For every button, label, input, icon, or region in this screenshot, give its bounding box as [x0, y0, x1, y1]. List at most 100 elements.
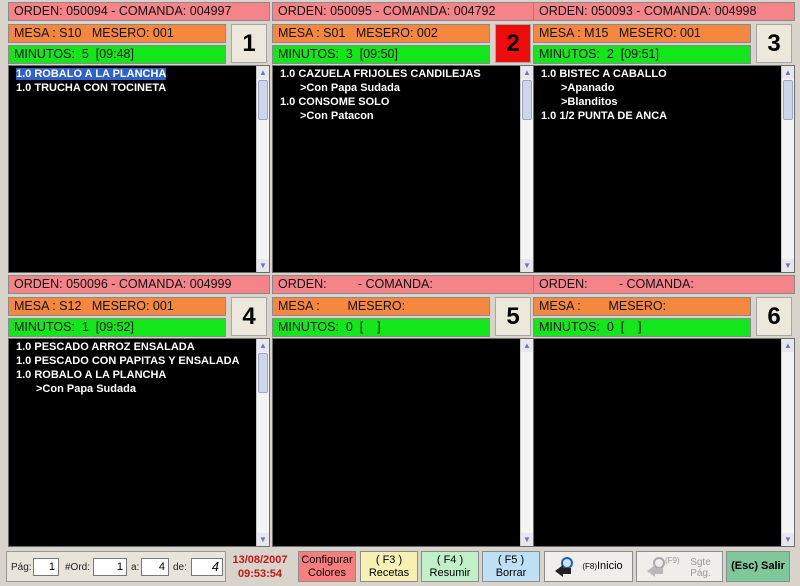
chevron-down-icon[interactable]: ▼ — [782, 259, 794, 272]
order-item-qty: 1.0 — [16, 355, 32, 367]
order-total-field: 4 — [191, 558, 223, 576]
time-text: 09:53:54 — [237, 568, 283, 580]
summarize-label: Resumir — [429, 567, 471, 579]
next-line1: Sgte — [690, 557, 711, 568]
order-items-box[interactable]: ▲ ▼ — [272, 338, 534, 547]
order-item-modifier[interactable]: >Con Papa Sudada — [273, 81, 519, 95]
chevron-down-icon[interactable]: ▼ — [257, 259, 269, 272]
order-item-qty: 1.0 — [280, 96, 296, 108]
scroll-thumb[interactable] — [783, 80, 793, 120]
order-panel-5: ORDEN: - COMANDA: MESA : MESERO: MINUTOS… — [270, 275, 534, 547]
order-item[interactable]: 1.0 BISTEC A CABALLO — [534, 67, 780, 81]
of-label: de: — [173, 562, 187, 573]
exit-button[interactable]: (Esc) Salir — [726, 551, 790, 582]
order-item-modifier[interactable]: >Con Patacon — [273, 109, 519, 123]
page-field[interactable]: 1 — [33, 558, 59, 576]
recipes-button[interactable]: ( F3 ) Recetas — [360, 551, 418, 582]
panel-number[interactable]: 2 — [495, 24, 531, 63]
order-items-list[interactable]: 1.0 BISTEC A CABALLO >Apanado >Blanditos 1.… — [534, 66, 780, 272]
order-item-text: >Con Papa Sudada — [36, 383, 136, 395]
vertical-scrollbar[interactable]: ▲ ▼ — [256, 66, 269, 272]
order-panel-3: ORDEN: 050093 - COMANDA: 004998 MESA : M… — [531, 2, 795, 273]
home-text: Inicio — [596, 560, 623, 572]
order-item[interactable]: 1.0 PESCADO CON PAPITAS Y ENSALADA — [9, 354, 255, 368]
order-items-box[interactable]: 1.0 BISTEC A CABALLO >Apanado >Blanditos 1.… — [533, 65, 795, 273]
order-item-qty: 1.0 — [541, 68, 557, 80]
chevron-up-icon[interactable]: ▲ — [782, 339, 794, 352]
table-waiter-header: MESA : M15 MESERO: 001 — [533, 24, 751, 43]
order-item[interactable]: 1.0 CONSOME SOLO — [273, 95, 519, 109]
panel-number[interactable]: 4 — [231, 297, 267, 336]
table-waiter-header: MESA : S10 MESERO: 001 — [8, 24, 226, 43]
order-item-modifier[interactable]: >Blanditos — [534, 95, 780, 109]
order-item[interactable]: 1.0 PESCADO ARROZ ENSALADA — [9, 340, 255, 354]
order-item-name: BISTEC A CABALLO — [559, 68, 667, 80]
order-item-modifier[interactable]: >Apanado — [534, 81, 780, 95]
delete-key: ( F5 ) — [497, 554, 525, 566]
order-item-text: 1.0 CONSOME SOLO — [280, 96, 389, 108]
delete-button[interactable]: ( F5 ) Borrar — [482, 551, 540, 582]
order-item-name: PESCADO CON PAPITAS Y ENSALADA — [34, 355, 240, 367]
order-items-list[interactable] — [534, 339, 780, 546]
chevron-up-icon[interactable]: ▲ — [257, 66, 269, 79]
recipes-key: ( F3 ) — [375, 554, 403, 566]
vertical-scrollbar[interactable]: ▲ ▼ — [781, 66, 794, 272]
order-item[interactable]: 1.0 ROBALO A LA PLANCHA — [9, 67, 255, 81]
next-page-button[interactable]: (F9) Sgte Pág. — [636, 551, 723, 582]
panel-number[interactable]: 1 — [231, 24, 267, 63]
order-items-box[interactable]: 1.0 CAZUELA FRIJOLES CANDILEJAS >Con Papa… — [272, 65, 534, 273]
chevron-down-icon[interactable]: ▼ — [782, 533, 794, 546]
panel-number[interactable]: 3 — [756, 24, 792, 63]
order-item-text: 1.0 TRUCHA CON TOCINETA — [16, 82, 166, 94]
order-item[interactable]: 1.0 TRUCHA CON TOCINETA — [9, 81, 255, 95]
order-item[interactable]: 1.0 ROBALO A LA PLANCHA — [9, 368, 255, 382]
order-items-box[interactable]: 1.0 ROBALO A LA PLANCHA 1.0 TRUCHA CON TO… — [8, 65, 270, 273]
configure-colors-button[interactable]: Configurar Colores — [298, 551, 356, 582]
chevron-down-icon[interactable]: ▼ — [257, 533, 269, 546]
scroll-thumb[interactable] — [258, 353, 268, 393]
arrow-next-search-icon — [647, 557, 665, 577]
home-button[interactable]: (F8)Inicio — [544, 551, 633, 582]
order-items-box[interactable]: ▲ ▼ — [533, 338, 795, 547]
order-item-name: >Blanditos — [561, 96, 618, 108]
order-item-text: 1.0 BISTEC A CABALLO — [541, 68, 667, 80]
vertical-scrollbar[interactable]: ▲ ▼ — [781, 339, 794, 546]
bottom-toolbar: Pág: 1 #Ord: 1 a: 4 de: 4 13/08/2007 09:… — [0, 548, 800, 586]
order-item[interactable]: 1.0 CAZUELA FRIJOLES CANDILEJAS — [273, 67, 519, 81]
summarize-button[interactable]: ( F4 ) Resumir — [421, 551, 479, 582]
order-items-list[interactable] — [273, 339, 519, 546]
order-items-list[interactable]: 1.0 PESCADO ARROZ ENSALADA 1.0 PESCADO CO… — [9, 339, 255, 546]
next-key: (F9) — [665, 556, 680, 565]
minutes-header: MINUTOS: 0 [ ] — [272, 318, 490, 337]
pager-box: Pág: 1 #Ord: 1 a: 4 de: 4 — [6, 551, 226, 582]
panel-number[interactable]: 5 — [495, 297, 531, 336]
order-item-text: 1.0 PESCADO ARROZ ENSALADA — [16, 341, 195, 353]
panel-number[interactable]: 6 — [756, 297, 792, 336]
order-item-qty: 1.0 — [16, 341, 32, 353]
order-item-qty: 1.0 — [280, 68, 296, 80]
order-from-field[interactable]: 1 — [93, 558, 127, 576]
chevron-up-icon[interactable]: ▲ — [782, 66, 794, 79]
order-item[interactable]: 1.0 1/2 PUNTA DE ANCA — [534, 109, 780, 123]
order-items-box[interactable]: 1.0 PESCADO ARROZ ENSALADA 1.0 PESCADO CO… — [8, 338, 270, 547]
chevron-up-icon[interactable]: ▲ — [257, 339, 269, 352]
order-panel-2: ORDEN: 050095 - COMANDA: 004792 MESA : S… — [270, 2, 534, 273]
minutes-header: MINUTOS: 0 [ ] — [533, 318, 751, 337]
order-label: #Ord: — [65, 562, 91, 573]
vertical-scrollbar[interactable]: ▲ ▼ — [256, 339, 269, 546]
home-label: (F8)Inicio — [575, 560, 630, 573]
order-items-list[interactable]: 1.0 ROBALO A LA PLANCHA 1.0 TRUCHA CON TO… — [9, 66, 255, 272]
order-to-field[interactable]: 4 — [141, 558, 169, 576]
order-item-name: ROBALO A LA PLANCHA — [34, 369, 167, 381]
order-item-name: TRUCHA CON TOCINETA — [34, 82, 167, 94]
colors-line2: Colores — [308, 567, 346, 579]
order-panel-1: ORDEN: 050094 - COMANDA: 004997 MESA : S… — [6, 2, 270, 273]
order-item-text: 1.0 CAZUELA FRIJOLES CANDILEJAS — [280, 68, 481, 80]
arrow-home-search-icon — [555, 557, 573, 577]
scroll-thumb[interactable] — [258, 80, 268, 120]
recipes-label: Recetas — [368, 567, 410, 579]
order-comanda-header: ORDEN: 050093 - COMANDA: 004998 — [533, 2, 795, 21]
order-items-list[interactable]: 1.0 CAZUELA FRIJOLES CANDILEJAS >Con Papa… — [273, 66, 519, 272]
order-item-name: 1/2 PUNTA DE ANCA — [559, 110, 668, 122]
order-item-modifier[interactable]: >Con Papa Sudada — [9, 382, 255, 396]
